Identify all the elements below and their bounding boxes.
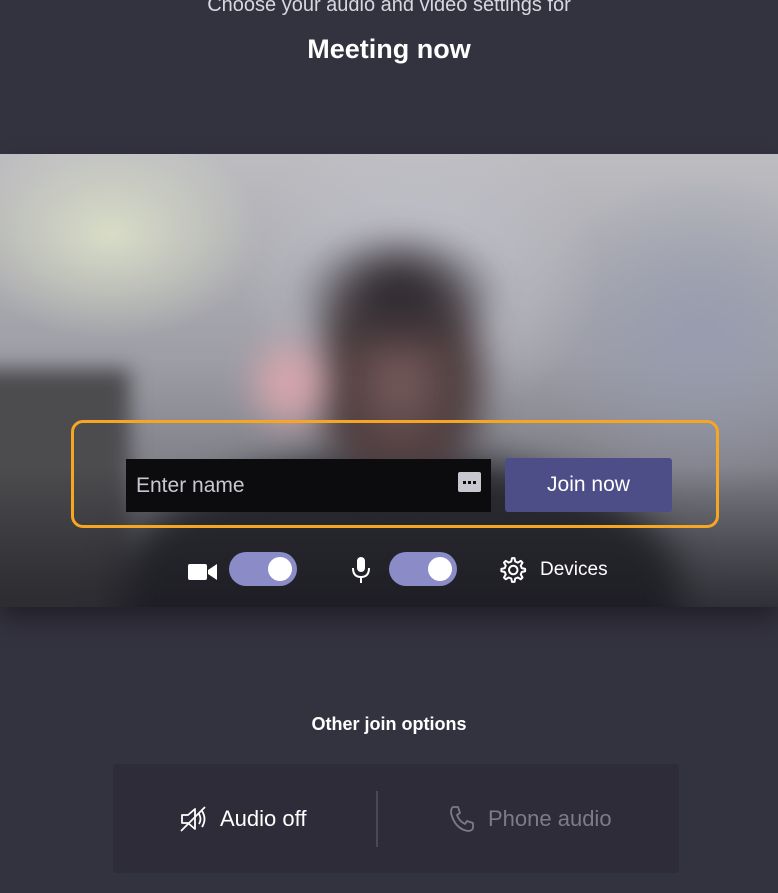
other-join-options-title: Other join options <box>311 714 467 734</box>
preview-blur-hair <box>290 224 510 364</box>
speaker-off-icon <box>180 805 206 832</box>
devices-label: Devices <box>540 559 608 580</box>
video-toggle[interactable] <box>229 552 297 586</box>
subtitle: Choose your audio and video settings for <box>207 0 571 16</box>
name-field <box>126 459 491 512</box>
name-input[interactable] <box>126 459 446 512</box>
video-preview <box>0 154 778 607</box>
media-controls: Devices <box>0 552 778 588</box>
join-now-button[interactable]: Join now <box>505 458 672 512</box>
options-divider <box>376 791 378 847</box>
gear-icon <box>500 557 527 583</box>
meeting-title: Meeting now <box>307 34 471 64</box>
audio-off-button[interactable]: Audio off <box>178 764 306 873</box>
more-options-icon[interactable] <box>458 472 481 492</box>
video-toggle-knob <box>268 557 292 581</box>
audio-off-label: Audio off <box>220 805 307 831</box>
audio-toggle[interactable] <box>389 552 457 586</box>
phone-audio-label: Phone audio <box>488 805 612 831</box>
microphone-icon <box>352 557 370 583</box>
preview-blur-cheek <box>255 344 325 424</box>
camera-icon <box>188 564 217 580</box>
audio-toggle-knob <box>428 557 452 581</box>
phone-icon <box>450 805 474 832</box>
other-join-options-panel: Audio off Phone audio <box>113 764 679 873</box>
devices-button[interactable]: Devices <box>497 552 608 588</box>
phone-audio-button[interactable]: Phone audio <box>446 764 612 873</box>
